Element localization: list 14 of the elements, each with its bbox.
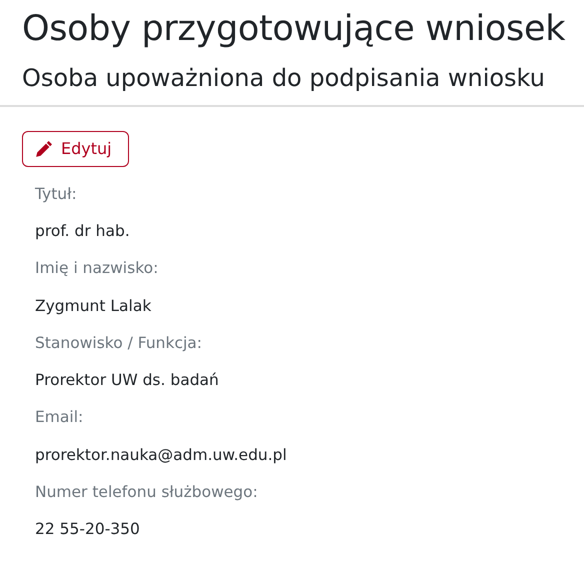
field-label: Numer telefonu służbowego: (35, 482, 259, 503)
field-label: Email: (35, 407, 84, 428)
field-label: Stanowisko / Funkcja: (35, 332, 204, 354)
field-value: prof. dr hab. (35, 221, 131, 242)
field-value: prorektor.nauka@adm.uw.edu.pl (35, 444, 288, 466)
edit-button[interactable]: Edytuj (22, 130, 129, 167)
section-title: Osoba upoważniona do podpisania wniosku (22, 64, 546, 93)
field-label: Tytuł: (35, 184, 78, 205)
pencil-icon (35, 140, 53, 158)
page-title: Osoby przygotowujące wniosek (22, 8, 566, 50)
field-value: 22 55-20-350 (35, 519, 141, 540)
field-value: Prorektor UW ds. badań (35, 370, 220, 392)
field-label: Imię i nazwisko: (35, 258, 160, 280)
field-value: Zygmunt Lalak (35, 296, 152, 317)
